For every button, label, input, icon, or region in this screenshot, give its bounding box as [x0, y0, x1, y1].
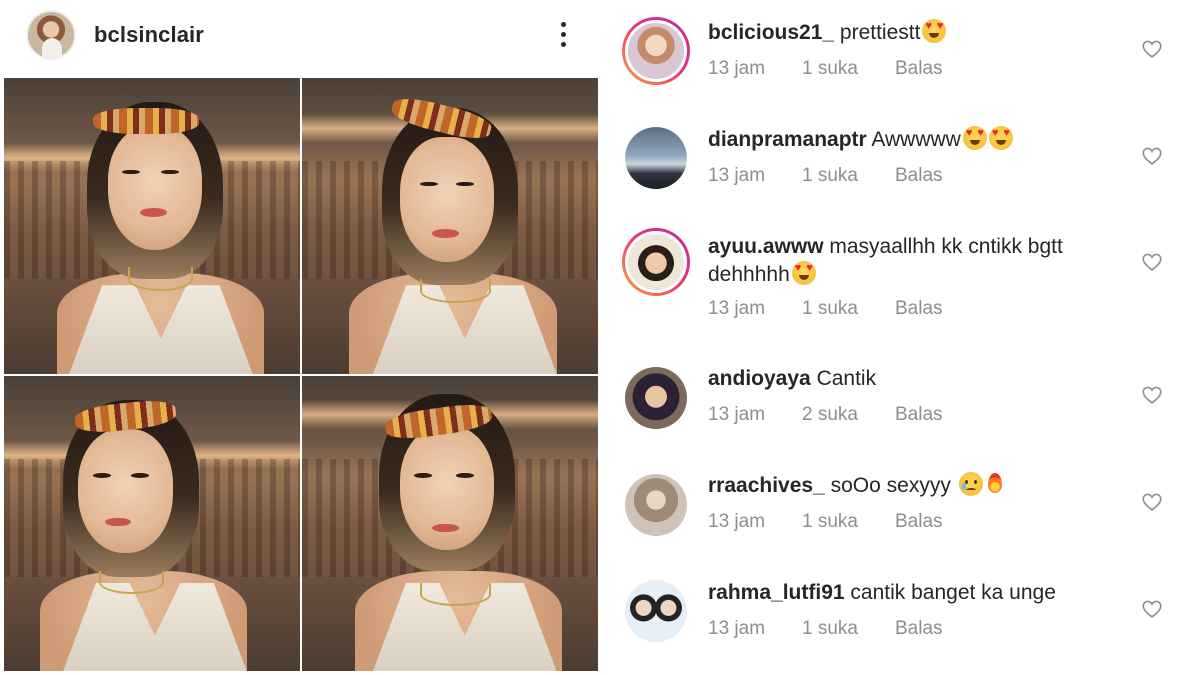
comment-body: Cantik	[816, 367, 877, 390]
comment-text-line: bclicious21_ prettiestt	[708, 19, 1128, 47]
heart-eyes-emoji-icon	[922, 19, 947, 43]
comment-username[interactable]: ayuu.awww	[708, 235, 824, 258]
comment-text-line: andioyaya Cantik	[708, 365, 1128, 393]
comment-likes[interactable]: 1 suka	[802, 618, 858, 640]
comment-body: soOo sexyyy	[830, 474, 951, 497]
comment-username[interactable]: rahma_lutfi91	[708, 581, 845, 604]
fire-emoji-icon	[985, 472, 1005, 496]
reply-button[interactable]: Balas	[895, 58, 943, 80]
commenter-avatar[interactable]	[625, 580, 687, 642]
heart-outline-icon[interactable]	[1141, 491, 1163, 513]
comment-time: 13 jam	[708, 404, 766, 425]
comment-time: 13 jam	[708, 511, 766, 532]
heart-outline-icon[interactable]	[1141, 598, 1163, 620]
heart-eyes-emoji-icon	[791, 261, 816, 285]
comment-time: 13 jam	[708, 298, 766, 319]
comment-body: Awwwww	[871, 128, 961, 151]
comment-likes[interactable]: 1 suka	[802, 298, 858, 320]
post-photo	[4, 376, 300, 671]
commenter-avatar[interactable]	[625, 127, 687, 189]
post-author-avatar[interactable]	[26, 10, 76, 60]
heart-eyes-emoji-icon	[988, 126, 1013, 150]
heart-outline-icon[interactable]	[1141, 38, 1163, 60]
comment-time: 13 jam	[708, 165, 766, 186]
comment-time: 13 jam	[708, 58, 766, 79]
heart-outline-icon[interactable]	[1141, 384, 1163, 406]
reply-button[interactable]: Balas	[895, 404, 943, 426]
commenter-avatar[interactable]	[625, 474, 687, 536]
post-panel: bclsinclair	[0, 0, 600, 675]
comment-likes[interactable]: 1 suka	[802, 165, 858, 187]
commenter-avatar[interactable]	[622, 17, 690, 85]
post-photo	[4, 78, 300, 374]
post-photo	[302, 78, 598, 374]
comment-body: cantik banget ka unge	[850, 581, 1056, 604]
comment-likes[interactable]: 2 suka	[802, 404, 858, 426]
comment-likes[interactable]: 1 suka	[802, 58, 858, 80]
sad-tear-emoji-icon	[958, 472, 983, 496]
reply-button[interactable]: Balas	[895, 511, 943, 533]
comment-text-line: rahma_lutfi91 cantik banget ka unge	[708, 579, 1128, 607]
heart-outline-icon[interactable]	[1141, 251, 1163, 273]
comment-time: 13 jam	[708, 618, 766, 639]
post-photo-collage[interactable]	[4, 78, 598, 671]
comment-username[interactable]: dianpramanaptr	[708, 128, 867, 151]
comments-panel: bclicious21_ prettiestt 13 jam 1 suka Ba…	[600, 0, 1200, 675]
heart-eyes-emoji-icon	[962, 126, 987, 150]
comment-username[interactable]: andioyaya	[708, 367, 811, 390]
reply-button[interactable]: Balas	[895, 618, 943, 640]
reply-button[interactable]: Balas	[895, 298, 943, 320]
post-author-username[interactable]: bclsinclair	[94, 22, 204, 48]
commenter-avatar[interactable]	[625, 367, 687, 429]
reply-button[interactable]: Balas	[895, 165, 943, 187]
heart-outline-icon[interactable]	[1141, 145, 1163, 167]
post-photo	[302, 376, 598, 671]
comment-username[interactable]: rraachives_	[708, 474, 825, 497]
more-options-icon[interactable]	[552, 18, 576, 52]
comment-likes[interactable]: 1 suka	[802, 511, 858, 533]
post-header: bclsinclair	[0, 0, 600, 72]
comment-text-line: dianpramanaptr Awwwww	[708, 126, 1128, 154]
comment-username[interactable]: bclicious21_	[708, 21, 834, 44]
comment-text-line: ayuu.awww masyaallhh kk cntikk bgtt dehh…	[708, 233, 1128, 289]
commenter-avatar[interactable]	[622, 228, 690, 296]
comment-text-line: rraachives_ soOo sexyyy	[708, 472, 1128, 500]
comment-body: prettiestt	[839, 21, 921, 44]
